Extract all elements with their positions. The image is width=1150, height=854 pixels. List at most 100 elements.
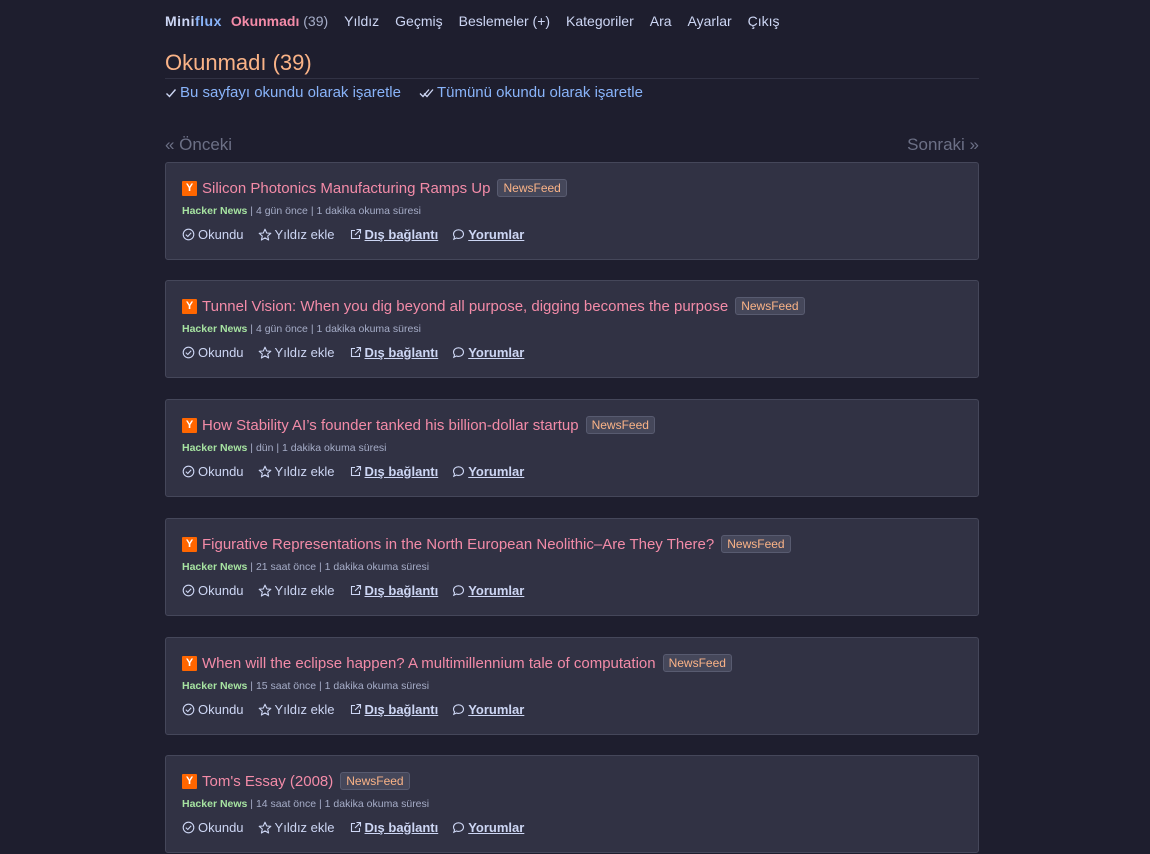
category-tag[interactable]: NewsFeed (735, 297, 805, 315)
reading-time: 1 dakika okuma süresi (282, 442, 387, 454)
star-icon (258, 228, 271, 241)
entry-meta: Hacker News | 21 saat önce | 1 dakika ok… (182, 561, 430, 573)
mark-read-button[interactable]: Okundu (182, 345, 244, 360)
external-link[interactable]: Dış bağlantı (349, 227, 438, 242)
feed-name-link[interactable]: Hacker News (182, 205, 247, 217)
feed-name-link[interactable]: Hacker News (182, 561, 247, 573)
external-link-icon (350, 703, 361, 715)
category-tag[interactable]: NewsFeed (585, 416, 655, 434)
check-circle-icon (182, 703, 195, 716)
mark-read-button[interactable]: Okundu (182, 820, 244, 835)
nav-categories[interactable]: Kategoriler (566, 13, 634, 29)
comments-link[interactable]: Yorumlar (452, 702, 524, 717)
mark-page-read-button[interactable]: Bu sayfayı okundu olarak işaretle (165, 84, 401, 101)
reading-time: 1 dakika okuma süresi (324, 680, 430, 692)
comments-link[interactable]: Yorumlar (452, 464, 524, 479)
feed-name-link[interactable]: Hacker News (182, 798, 247, 810)
external-link-icon (350, 465, 361, 477)
external-link[interactable]: Dış bağlantı (349, 345, 438, 360)
entry-meta: Hacker News | 15 saat önce | 1 dakika ok… (182, 680, 430, 692)
entry-actions: Okundu Yıldız ekle Dış bağlantı Yorumlar (182, 227, 538, 242)
comments-link[interactable]: Yorumlar (452, 345, 524, 360)
mark-read-button[interactable]: Okundu (182, 227, 244, 242)
nav-logout[interactable]: Çıkış (748, 13, 780, 29)
nav-unread[interactable]: Okunmadı (39) (231, 13, 328, 29)
category-tag[interactable]: NewsFeed (721, 535, 791, 553)
nav-feeds[interactable]: Beslemeler (+) (459, 13, 550, 29)
external-link-icon (350, 228, 361, 240)
hacker-news-icon: Y (182, 773, 197, 789)
comments-link[interactable]: Yorumlar (452, 583, 524, 598)
entry-title-link[interactable]: Silicon Photonics Manufacturing Ramps Up (202, 180, 490, 197)
entry-time: 14 saat önce (255, 798, 317, 810)
mark-read-button[interactable]: Okundu (182, 464, 244, 479)
comment-icon (453, 229, 465, 241)
entry-time: dün (255, 442, 274, 454)
miniflux-logo[interactable]: Miniflux (165, 13, 222, 29)
entry-title-link[interactable]: Figurative Representations in the North … (202, 536, 714, 553)
comment-icon (453, 466, 465, 478)
feed-name-link[interactable]: Hacker News (182, 680, 247, 692)
external-link[interactable]: Dış bağlantı (349, 820, 438, 835)
check-circle-icon (182, 465, 195, 478)
entry-meta: Hacker News | 14 saat önce | 1 dakika ok… (182, 798, 430, 810)
entry-time: 15 saat önce (255, 680, 317, 692)
feed-name-link[interactable]: Hacker News (182, 323, 247, 335)
entry-title-link[interactable]: How Stability AI’s founder tanked his bi… (202, 417, 579, 434)
reading-time: 1 dakika okuma süresi (316, 323, 421, 335)
top-navigation: Miniflux Okunmadı (39) Yıldız Geçmiş Bes… (165, 10, 796, 32)
external-link[interactable]: Dış bağlantı (349, 583, 438, 598)
check-circle-icon (182, 821, 195, 834)
entry-meta: Hacker News | 4 gün önce | 1 dakika okum… (182, 323, 421, 335)
entry-actions: Okundu Yıldız ekle Dış bağlantı Yorumlar (182, 345, 538, 360)
category-tag[interactable]: NewsFeed (497, 179, 567, 197)
star-button[interactable]: Yıldız ekle (258, 345, 335, 360)
hacker-news-icon: Y (182, 417, 197, 433)
external-link[interactable]: Dış bağlantı (349, 702, 438, 717)
external-link-icon (350, 346, 361, 358)
next-page-link[interactable]: Sonraki » (907, 135, 979, 155)
entry-meta: Hacker News | 4 gün önce | 1 dakika okum… (182, 205, 421, 217)
entry-item: Y Tom's Essay (2008) NewsFeed Hacker New… (165, 755, 979, 853)
star-button[interactable]: Yıldız ekle (258, 227, 335, 242)
star-button[interactable]: Yıldız ekle (258, 464, 335, 479)
entry-item: Y When will the eclipse happen? A multim… (165, 637, 979, 735)
hacker-news-icon: Y (182, 536, 197, 552)
previous-page-link[interactable]: « Önceki (165, 135, 232, 155)
comments-link[interactable]: Yorumlar (452, 227, 524, 242)
entry-title-link[interactable]: When will the eclipse happen? A multimil… (202, 655, 656, 672)
unread-count: (39) (303, 13, 329, 29)
hacker-news-icon: Y (182, 180, 197, 196)
entry-item: Y Tunnel Vision: When you dig beyond all… (165, 280, 979, 378)
star-button[interactable]: Yıldız ekle (258, 583, 335, 598)
star-icon (258, 465, 271, 478)
entry-title-row: Y Tunnel Vision: When you dig beyond all… (182, 297, 805, 315)
entry-item: Y Figurative Representations in the Nort… (165, 518, 979, 616)
title-divider (165, 78, 979, 79)
double-check-icon (419, 88, 434, 97)
star-button[interactable]: Yıldız ekle (258, 702, 335, 717)
category-tag[interactable]: NewsFeed (662, 654, 732, 672)
category-tag[interactable]: NewsFeed (340, 772, 410, 790)
check-circle-icon (182, 584, 195, 597)
entry-time: 4 gün önce (255, 205, 308, 217)
mark-all-read-button[interactable]: Tümünü okundu olarak işaretle (419, 84, 643, 101)
mark-read-button[interactable]: Okundu (182, 583, 244, 598)
feed-name-link[interactable]: Hacker News (182, 442, 247, 454)
entry-item: Y How Stability AI’s founder tanked his … (165, 399, 979, 497)
nav-search[interactable]: Ara (650, 13, 672, 29)
entry-title-link[interactable]: Tom's Essay (2008) (202, 773, 333, 790)
comment-icon (453, 704, 465, 716)
external-link[interactable]: Dış bağlantı (349, 464, 438, 479)
entry-title-link[interactable]: Tunnel Vision: When you dig beyond all p… (202, 298, 728, 315)
star-icon (258, 821, 271, 834)
nav-starred[interactable]: Yıldız (344, 13, 379, 29)
star-icon (258, 703, 271, 716)
nav-settings[interactable]: Ayarlar (688, 13, 732, 29)
entry-title-row: Y When will the eclipse happen? A multim… (182, 654, 732, 672)
mark-read-button[interactable]: Okundu (182, 702, 244, 717)
comments-link[interactable]: Yorumlar (452, 820, 524, 835)
star-button[interactable]: Yıldız ekle (258, 820, 335, 835)
nav-history[interactable]: Geçmiş (395, 13, 442, 29)
entry-actions: Okundu Yıldız ekle Dış bağlantı Yorumlar (182, 464, 538, 479)
